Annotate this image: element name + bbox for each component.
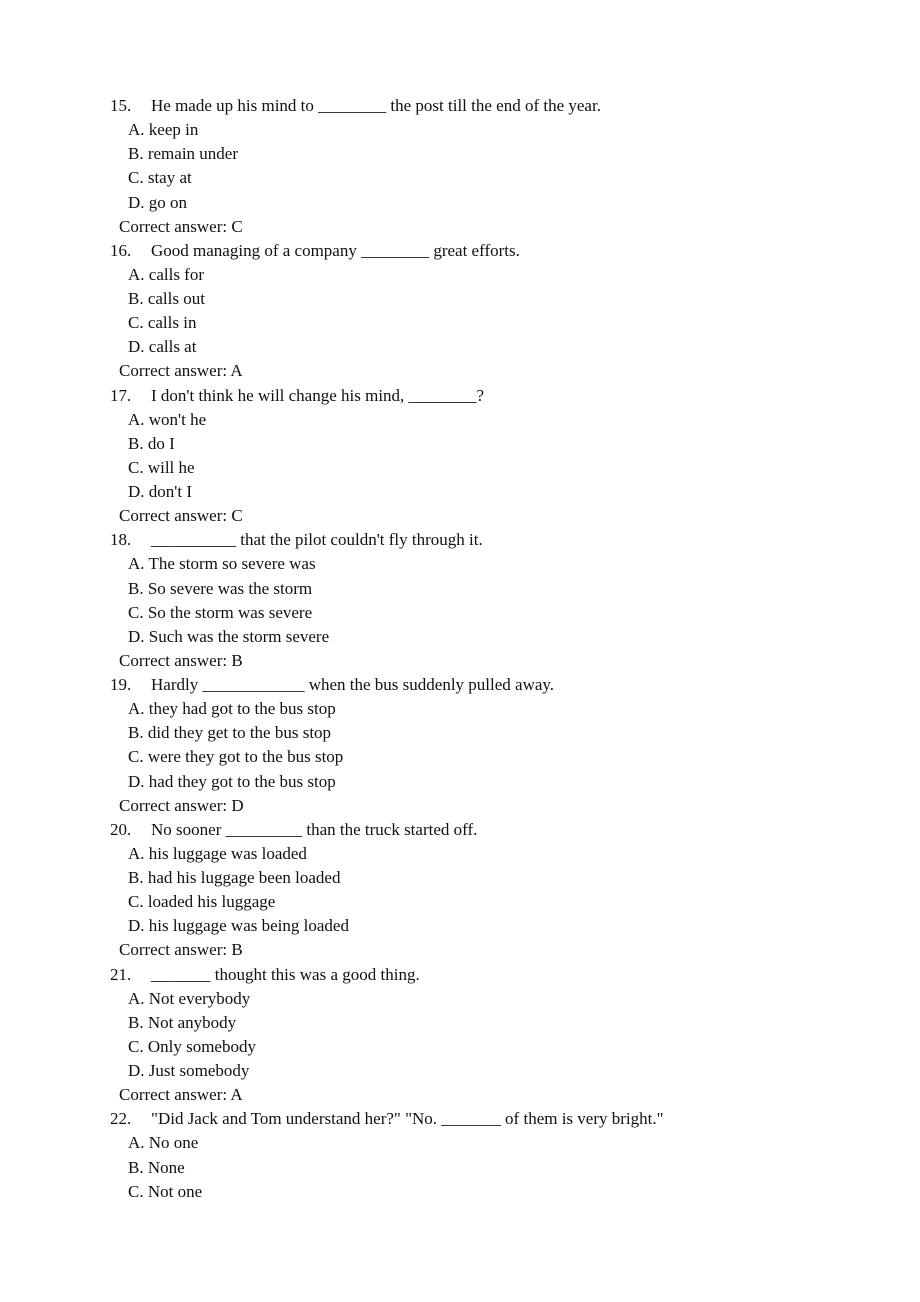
correct-answer: Correct answer: D (0, 794, 920, 818)
answer-option: B. None (128, 1157, 185, 1177)
answer-option: B. did they get to the bus stop (128, 723, 332, 743)
question-block: 15. He made up his mind to ________ the p… (0, 94, 920, 239)
answer-option: B. remain under (128, 144, 238, 164)
answer-option: C. calls in (128, 313, 197, 333)
answer-option: A. won't he (128, 409, 207, 429)
answer-option: C. Only somebody (128, 1036, 256, 1056)
answer-option: A. keep in (128, 120, 199, 140)
question-stem: No sooner _________ than the truck start… (151, 819, 478, 839)
correct-answer: Correct answer: B (0, 649, 920, 673)
question-block: 21. _______ thought this was a good thing… (0, 963, 920, 1108)
correct-answer-value: A (230, 361, 243, 381)
correct-answer-value: C (231, 216, 243, 236)
correct-answer: Correct answer: B (0, 938, 920, 962)
correct-answer-value: B (231, 940, 243, 960)
correct-answer: Correct answer: A (0, 359, 920, 383)
answer-option: C. were they got to the bus stop (128, 747, 344, 767)
question-stem: I don't think he will change his mind, _… (151, 385, 485, 405)
question-block: 17. I don't think he will change his mind… (0, 384, 920, 529)
answer-option: B. do I (128, 433, 175, 453)
question-number: 22. (110, 1109, 132, 1129)
answer-option: A. they had got to the bus stop (128, 699, 336, 719)
question-block: 19. Hardly ____________ when the bus sudd… (0, 673, 920, 818)
answer-option: C. So the storm was severe (128, 602, 313, 622)
correct-answer-label: Correct answer: (119, 361, 231, 381)
question-line: 22. "Did Jack and Tom understand her?" "N… (0, 1107, 920, 1131)
correct-answer: Correct answer: C (0, 215, 920, 239)
question-number: 20. (110, 819, 132, 839)
question-stem: __________ that the pilot couldn't fly t… (151, 530, 483, 550)
answer-option: D. Just somebody (128, 1061, 250, 1080)
question-line: 18. __________ that the pilot couldn't fl… (0, 528, 920, 552)
answer-option: D. had they got to the bus stop (128, 771, 336, 791)
question-number: 15. (110, 96, 132, 115)
question-block: 20. No sooner _________ than the truck st… (0, 818, 920, 963)
question-block: 16. Good managing of a company ________ g… (0, 239, 920, 384)
answer-option: C. will he (128, 457, 195, 477)
question-stem: _______ thought this was a good thing. (151, 964, 420, 984)
question-block: 18. __________ that the pilot couldn't fl… (0, 528, 920, 673)
answer-option: B. So severe was the storm (128, 578, 313, 598)
answer-option: A. Not everybody (128, 988, 251, 1008)
question-document: 15. He made up his mind to ________ the p… (0, 94, 920, 1204)
answer-option: C. stay at (128, 168, 192, 188)
question-number: 17. (110, 385, 132, 405)
question-line: 16. Good managing of a company ________ g… (0, 239, 920, 263)
question-number: 18. (110, 530, 132, 550)
answer-option: D. Such was the storm severe (128, 626, 330, 646)
answer-option: A. The storm so severe was (128, 554, 316, 574)
correct-answer: Correct answer: C (0, 504, 920, 528)
answer-option: D. his luggage was being loaded (128, 916, 349, 936)
question-line: 15. He made up his mind to ________ the p… (0, 94, 920, 118)
question-number: 16. (110, 240, 132, 260)
question-number: 21. (110, 964, 132, 984)
correct-answer-value: A (230, 1085, 243, 1105)
correct-answer-label: Correct answer: (119, 650, 232, 670)
question-line: 19. Hardly ____________ when the bus sudd… (0, 673, 920, 697)
question-stem: Hardly ____________ when the bus suddenl… (151, 675, 555, 694)
answer-option: A. No one (128, 1133, 199, 1153)
question-stem: Good managing of a company ________ grea… (151, 240, 520, 260)
question-stem: "Did Jack and Tom understand her?" "No. … (151, 1109, 664, 1129)
answer-option: C. loaded his luggage (128, 892, 276, 912)
correct-answer-label: Correct answer: (119, 216, 232, 236)
answer-option: C. Not one (128, 1181, 203, 1201)
answer-option: B. Not anybody (128, 1012, 237, 1032)
answer-option: D. go on (128, 192, 188, 212)
answer-option: D. don't I (128, 482, 192, 501)
correct-answer-value: D (231, 795, 244, 815)
question-line: 20. No sooner _________ than the truck st… (0, 818, 920, 842)
correct-answer: Correct answer: A (0, 1083, 920, 1107)
answer-option: A. calls for (128, 264, 205, 284)
answer-option: B. had his luggage been loaded (128, 868, 341, 887)
question-stem: He made up his mind to ________ the post… (151, 96, 601, 115)
correct-answer-label: Correct answer: (119, 1085, 231, 1105)
correct-answer-value: C (231, 506, 243, 526)
question-line: 21. _______ thought this was a good thing… (0, 963, 920, 987)
question-block: 22. "Did Jack and Tom understand her?" "N… (0, 1107, 920, 1204)
question-line: 17. I don't think he will change his mind… (0, 384, 920, 408)
answer-option: D. calls at (128, 337, 197, 357)
answer-option: B. calls out (128, 289, 205, 308)
correct-answer-label: Correct answer: (119, 940, 232, 960)
correct-answer-label: Correct answer: (119, 506, 232, 526)
answer-option: A. his luggage was loaded (128, 843, 307, 863)
question-number: 19. (110, 675, 132, 694)
correct-answer-label: Correct answer: (119, 795, 232, 815)
correct-answer-value: B (231, 650, 243, 670)
